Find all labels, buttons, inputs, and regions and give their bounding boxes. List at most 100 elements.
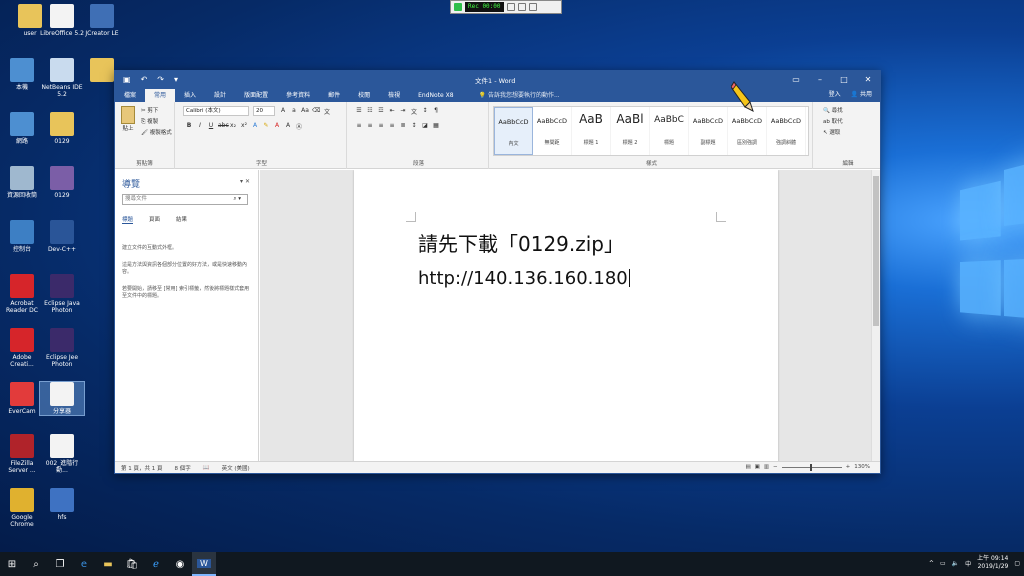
- desktop-icon[interactable]: Acrobat Reader DC: [0, 274, 44, 314]
- zoom-out-icon[interactable]: −: [773, 464, 778, 470]
- customize-qat-icon[interactable]: ▾: [174, 75, 178, 84]
- undo-icon[interactable]: ↶: [141, 75, 148, 84]
- ribbon-tab[interactable]: 版面配置: [235, 89, 277, 102]
- ribbon-tab[interactable]: 郵件: [319, 89, 349, 102]
- tell-me-input[interactable]: 💡 告訴我您想要執行的動作...: [479, 89, 560, 102]
- cut-button[interactable]: ✂ 剪下: [141, 106, 172, 117]
- desktop-icon[interactable]: 分享器: [39, 381, 85, 416]
- show-marks-icon[interactable]: ¶: [432, 107, 440, 116]
- phonetic-guide-icon[interactable]: 文: [323, 107, 331, 116]
- start-button[interactable]: ⊞: [0, 552, 24, 576]
- document-area[interactable]: 請先下載「0129.zip」 http://140.136.160.180: [260, 170, 873, 462]
- shrink-font-icon[interactable]: a: [290, 107, 298, 116]
- file-explorer-icon[interactable]: ▬: [96, 552, 120, 576]
- word-taskbar-icon[interactable]: W: [192, 552, 216, 576]
- vertical-scrollbar[interactable]: [871, 170, 880, 462]
- change-case-icon[interactable]: Aa: [301, 107, 309, 116]
- align-center-icon[interactable]: ≡: [366, 122, 374, 129]
- text-effects-icon[interactable]: A: [251, 122, 259, 131]
- word-count[interactable]: 8 個字: [169, 464, 197, 472]
- desktop-icon[interactable]: Eclipse Java Photon: [40, 274, 84, 314]
- chinese-layout-icon[interactable]: 文: [410, 107, 418, 116]
- paste-button[interactable]: 貼上: [119, 106, 137, 132]
- desktop-icon[interactable]: EverCam: [0, 382, 44, 415]
- distributed-icon[interactable]: ≣: [399, 122, 407, 129]
- desktop-icon[interactable]: Dev-C++: [40, 220, 84, 253]
- web-layout-icon[interactable]: ▥: [764, 464, 769, 470]
- desktop-icon[interactable]: Eclipse Jee Photon: [40, 328, 84, 368]
- zoom-slider[interactable]: [781, 463, 842, 471]
- clock[interactable]: 上午 09:14 2019/1/29: [977, 555, 1008, 571]
- ribbon-tab[interactable]: 檢視: [379, 89, 409, 102]
- ribbon-tab[interactable]: 校閱: [349, 89, 379, 102]
- page-count[interactable]: 第 1 頁，共 1 頁: [115, 464, 169, 472]
- desktop-icon[interactable]: FileZilla Server ...: [0, 434, 44, 474]
- desktop-icon[interactable]: 資源回收筒: [0, 166, 44, 199]
- ribbon-tab[interactable]: 參考資料: [277, 89, 319, 102]
- ribbon-tab[interactable]: EndNote X8: [409, 89, 462, 102]
- ribbon-tab[interactable]: 插入: [175, 89, 205, 102]
- navigation-tab[interactable]: 頁面: [149, 215, 160, 224]
- char-shading-icon[interactable]: A: [284, 122, 292, 131]
- bullets-icon[interactable]: ☰: [355, 107, 363, 116]
- edge-icon[interactable]: e: [72, 552, 96, 576]
- chrome-icon[interactable]: ◉: [168, 552, 192, 576]
- borders-icon[interactable]: ▦: [432, 122, 440, 129]
- ime-icon[interactable]: 中: [965, 559, 971, 568]
- subscript-icon[interactable]: x₂: [229, 122, 237, 131]
- minimize-button[interactable]: –: [808, 71, 832, 88]
- navigation-close-icon[interactable]: ▾ ✕: [240, 178, 250, 185]
- record-pause-button[interactable]: [506, 3, 515, 11]
- desktop-icon[interactable]: 0129: [40, 112, 84, 145]
- maximize-button[interactable]: □: [832, 71, 856, 88]
- italic-icon[interactable]: I: [196, 122, 204, 131]
- scrollbar-thumb[interactable]: [873, 176, 879, 326]
- desktop-icon[interactable]: 0129: [40, 166, 84, 199]
- save-icon[interactable]: ▣: [123, 75, 131, 84]
- find-button[interactable]: 🔍 尋找: [823, 106, 843, 117]
- superscript-icon[interactable]: x²: [240, 122, 248, 131]
- decrease-indent-icon[interactable]: ⇤: [388, 107, 396, 116]
- desktop-icon[interactable]: LibreOffice 5.2: [40, 4, 84, 37]
- highlight-icon[interactable]: ✎: [262, 122, 270, 131]
- increase-indent-icon[interactable]: ⇥: [399, 107, 407, 116]
- desktop-icon[interactable]: 網路: [0, 112, 44, 145]
- desktop-icon[interactable]: JCreator LE: [80, 4, 124, 37]
- proofing-icon[interactable]: 📖: [197, 465, 216, 471]
- select-button[interactable]: ↖ 選取: [823, 128, 843, 139]
- volume-icon[interactable]: 🔈: [952, 560, 959, 567]
- recording-toolbar[interactable]: Rec 00:00: [450, 0, 562, 14]
- font-size-dropdown[interactable]: 20: [253, 106, 275, 116]
- font-name-dropdown[interactable]: Calibri (本文): [183, 106, 249, 116]
- show-hidden-icons[interactable]: ^: [929, 560, 934, 567]
- search-icon[interactable]: ⌕ ▾: [233, 195, 241, 204]
- zoom-level[interactable]: 130%: [854, 464, 870, 470]
- search-icon[interactable]: ⌕: [24, 552, 48, 576]
- shading-icon[interactable]: ◪: [421, 122, 429, 129]
- ribbon-tab[interactable]: 檔案: [115, 89, 145, 102]
- sort-icon[interactable]: ↕: [421, 107, 429, 116]
- ie-icon[interactable]: ℯ: [144, 552, 168, 576]
- desktop-icon[interactable]: Adobe Creati...: [0, 328, 44, 368]
- zoom-in-icon[interactable]: +: [846, 464, 851, 470]
- format-painter-button[interactable]: 🖌 複製格式: [141, 128, 172, 139]
- print-layout-icon[interactable]: ▣: [755, 464, 760, 470]
- font-color-icon[interactable]: A: [273, 122, 281, 131]
- read-mode-icon[interactable]: ▤: [745, 464, 750, 470]
- notifications-icon[interactable]: ▢: [1014, 560, 1020, 567]
- desktop-icon[interactable]: Google Chrome: [0, 488, 44, 528]
- record-stop-button[interactable]: [517, 3, 526, 11]
- store-icon[interactable]: 🛍: [120, 552, 144, 576]
- ribbon-tab[interactable]: 設計: [205, 89, 235, 102]
- navigation-search-input[interactable]: 搜尋文件 ⌕ ▾: [122, 194, 248, 205]
- document-line-1[interactable]: 請先下載「0129.zip」: [418, 228, 624, 257]
- ribbon-display-options-icon[interactable]: ▭: [784, 71, 808, 88]
- align-right-icon[interactable]: ≡: [377, 122, 385, 129]
- record-close-button[interactable]: [528, 3, 537, 11]
- desktop-icon[interactable]: NetBeans IDE 5.2: [40, 58, 84, 98]
- justify-icon[interactable]: ≡: [388, 122, 396, 129]
- enclose-char-icon[interactable]: Ⓐ: [295, 122, 303, 131]
- desktop-icon[interactable]: 控制台: [0, 220, 44, 253]
- replace-button[interactable]: ab 取代: [823, 117, 843, 128]
- document-page[interactable]: 請先下載「0129.zip」 http://140.136.160.180: [354, 170, 778, 462]
